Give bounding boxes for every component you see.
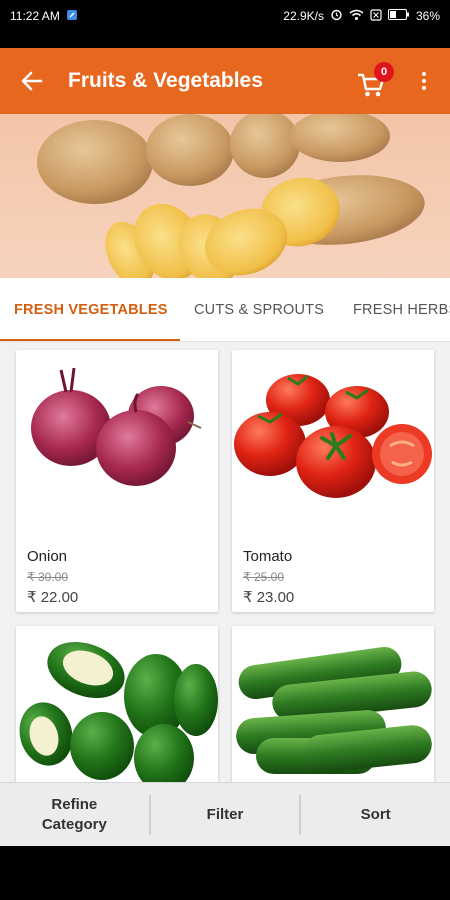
tab-fresh-herbs[interactable]: FRESH HERBS (353, 278, 450, 341)
sort-button[interactable]: Sort (301, 783, 450, 846)
network-speed: 22.9K/s (283, 9, 324, 23)
product-card-cucumber[interactable] (232, 626, 434, 782)
filter-button[interactable]: Filter (151, 783, 300, 846)
battery-icon (387, 9, 410, 23)
product-name: Onion (27, 548, 68, 565)
system-navigation-bar (0, 846, 450, 900)
tab-fresh-vegetables[interactable]: FRESH VEGETABLES (14, 278, 168, 341)
more-options-button[interactable] (414, 66, 434, 96)
product-price: ₹ 23.00 (243, 589, 295, 606)
category-tabs: FRESH VEGETABLES CUTS & SPROUTS FRESH HE… (0, 278, 450, 342)
arrow-back-icon (21, 71, 43, 91)
page-title: Fruits & Vegetables (68, 69, 263, 92)
product-card-onion[interactable]: Onion ₹ 30.00 ₹ 22.00 (16, 350, 218, 612)
bottom-action-bar: Refine Category Filter Sort (0, 782, 450, 846)
refine-category-button[interactable]: Refine Category (0, 783, 149, 846)
alarm-icon (330, 8, 343, 24)
cucumber-image (236, 646, 432, 774)
tomato-image (234, 374, 432, 498)
capsicum-image (19, 641, 218, 782)
back-button[interactable] (0, 48, 64, 114)
cart-button[interactable]: 0 (352, 62, 396, 102)
product-grid: Onion ₹ 30.00 ₹ 22.00 Tomato ₹ 25.00 ₹ 2… (0, 342, 450, 782)
refine-label: Refine (51, 796, 98, 813)
more-dot-icon (422, 86, 426, 90)
product-price: ₹ 22.00 (27, 589, 79, 606)
app-bar: Fruits & Vegetables 0 (0, 48, 450, 114)
battery-percent: 36% (415, 9, 440, 23)
category-banner (0, 114, 450, 278)
app-notification-icon (66, 9, 78, 24)
wifi-icon (349, 9, 364, 24)
onion-image (31, 367, 202, 486)
status-bar: 11:22 AM 22.9K/s 36% (0, 0, 450, 32)
ginger-banner-image (37, 114, 425, 278)
more-dot-icon (422, 79, 426, 83)
tab-cuts-sprouts[interactable]: CUTS & SPROUTS (194, 278, 324, 341)
product-mrp: ₹ 30.00 (27, 570, 68, 584)
product-mrp: ₹ 25.00 (243, 570, 284, 584)
product-card-capsicum[interactable] (16, 626, 218, 782)
category-label: Category (41, 815, 107, 833)
status-time: 11:22 AM (10, 9, 60, 23)
product-name: Tomato (243, 548, 293, 565)
product-card-tomato[interactable]: Tomato ₹ 25.00 ₹ 23.00 (232, 350, 434, 612)
cart-count-badge: 0 (374, 62, 394, 82)
sim-icon (370, 8, 382, 24)
more-dot-icon (422, 72, 426, 76)
